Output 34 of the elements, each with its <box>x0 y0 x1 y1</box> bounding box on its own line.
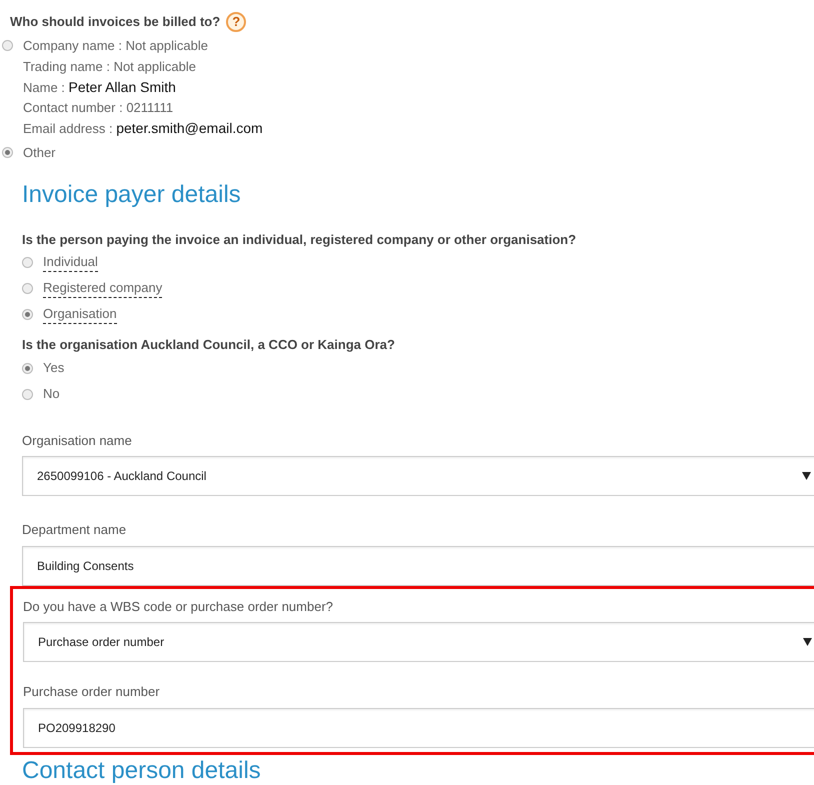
radio-button[interactable] <box>22 362 33 374</box>
detail-line: Name : Peter Allan Smith <box>23 78 177 97</box>
caret-icon <box>803 638 812 646</box>
section-heading: Invoice payer details <box>22 181 242 210</box>
option-label[interactable]: Other <box>23 142 56 163</box>
option-label[interactable]: Yes <box>43 358 64 377</box>
dropdown[interactable]: Purchase order number <box>23 622 814 662</box>
field-label: Organisation name <box>22 432 133 450</box>
field-label: Department name <box>22 521 128 540</box>
detail-line: Contact number : 0211111 <box>23 98 174 116</box>
text-field[interactable]: PO209918290 <box>23 708 814 748</box>
detail-line: Company name : Not applicable <box>23 37 209 55</box>
dropdown[interactable]: 2650099106 - Auckland Council <box>22 456 814 496</box>
question-text: Is the organisation Auckland Council, a CCO or Kainga Ora? <box>22 336 396 354</box>
caret-icon <box>802 472 811 480</box>
option-label[interactable]: Organisation <box>43 305 117 324</box>
radio-button[interactable] <box>2 146 13 158</box>
radio-button[interactable] <box>2 40 13 51</box>
field-label: Do you have a WBS code or purchase order number? <box>23 598 334 616</box>
section-heading: Contact person details <box>22 756 262 785</box>
detail-line: Email address : peter.smith@email.com <box>23 119 263 138</box>
radio-button[interactable] <box>22 283 33 294</box>
detail-line: Trading name : Not applicable <box>23 58 197 76</box>
question-text: Who should invoices be billed to? <box>10 13 220 32</box>
radio-button[interactable] <box>22 388 33 400</box>
help-icon[interactable]: ? <box>226 12 246 32</box>
option-label[interactable]: No <box>43 384 60 403</box>
option-label[interactable]: Individual <box>43 253 98 272</box>
radio-button[interactable] <box>22 309 33 320</box>
question-text: Is the person paying the invoice an individual, registered company or other organisation? <box>22 230 578 249</box>
text-field[interactable]: Building Consents <box>22 546 814 586</box>
option-label[interactable]: Registered company <box>43 279 162 298</box>
radio-button[interactable] <box>22 257 33 268</box>
field-label: Purchase order number <box>23 683 161 702</box>
